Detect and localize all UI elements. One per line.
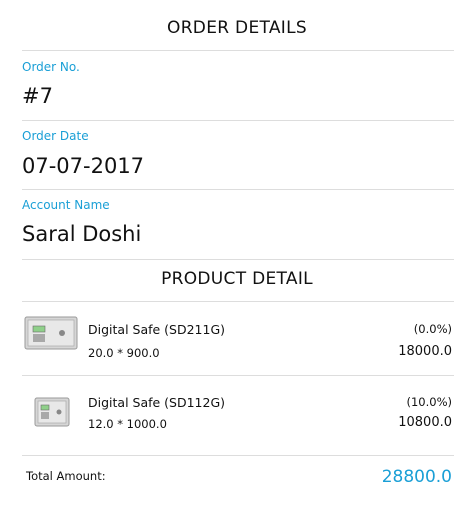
divider (22, 301, 454, 302)
product-row[interactable]: Digital Safe (SD211G) 20.0 * 900.0 (0.0%… (22, 304, 454, 384)
divider (22, 189, 454, 190)
account-name-value: Saral Doshi (22, 222, 142, 246)
account-name-label: Account Name (22, 198, 110, 212)
total-amount-label: Total Amount: (26, 469, 106, 483)
order-date-value: 07-07-2017 (22, 154, 145, 178)
product-total: 18000.0 (398, 344, 452, 359)
total-amount-value: 28800.0 (381, 467, 452, 487)
divider (22, 259, 454, 260)
product-quantity-price: 12.0 * 1000.0 (88, 417, 167, 431)
product-detail-title: PRODUCT DETAIL (161, 269, 313, 289)
product-discount: (0.0%) (413, 322, 452, 336)
order-date-label: Order Date (22, 129, 89, 143)
safe-icon (34, 397, 70, 431)
safe-icon (24, 316, 78, 354)
divider (22, 50, 454, 51)
product-total: 10800.0 (398, 415, 452, 430)
divider (22, 120, 454, 121)
product-name: Digital Safe (SD112G) (88, 395, 226, 410)
order-details-title: ORDER DETAILS (167, 18, 307, 38)
product-discount: (10.0%) (406, 395, 452, 409)
product-quantity-price: 20.0 * 900.0 (88, 346, 160, 360)
divider (22, 455, 454, 456)
order-number-value: #7 (22, 84, 53, 108)
order-number-label: Order No. (22, 60, 80, 74)
divider (22, 375, 454, 376)
product-row[interactable]: Digital Safe (SD112G) 12.0 * 1000.0 (10.… (22, 377, 454, 457)
product-name: Digital Safe (SD211G) (88, 322, 226, 337)
